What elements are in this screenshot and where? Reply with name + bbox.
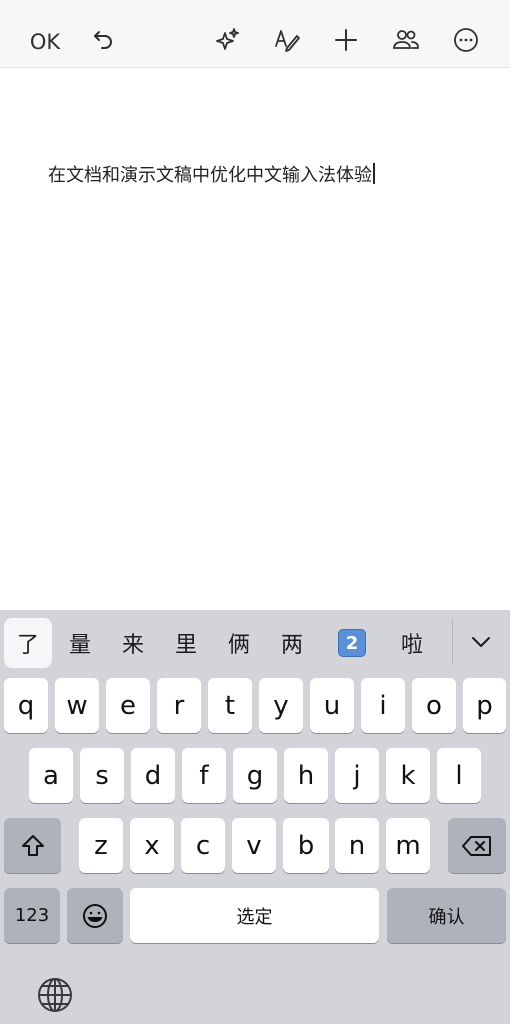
text-cursor: [373, 163, 375, 184]
insert-button[interactable]: [324, 18, 368, 62]
key-g[interactable]: g: [233, 748, 277, 803]
key-i[interactable]: i: [361, 678, 405, 733]
candidate-3[interactable]: 来: [109, 618, 157, 668]
globe-icon: [38, 978, 72, 1012]
key-t[interactable]: t: [208, 678, 252, 733]
key-u[interactable]: u: [310, 678, 354, 733]
keycap-two-emoji: 2: [338, 629, 366, 657]
key-v[interactable]: v: [232, 818, 276, 873]
top-toolbar: OK: [0, 0, 510, 68]
more-button[interactable]: [444, 18, 488, 62]
space-key[interactable]: 选定: [130, 888, 379, 943]
ok-button[interactable]: OK: [22, 20, 68, 64]
numbers-key[interactable]: 123: [4, 888, 60, 943]
key-b[interactable]: b: [283, 818, 329, 873]
key-l[interactable]: l: [437, 748, 481, 803]
sparkle-icon: [216, 28, 239, 50]
document-canvas[interactable]: 在文档和演示文稿中优化中文输入法体验: [0, 69, 510, 610]
emoji-face-icon: [83, 903, 107, 928]
share-button[interactable]: [384, 18, 428, 62]
key-r[interactable]: r: [157, 678, 201, 733]
key-q[interactable]: q: [4, 678, 48, 733]
more-icon: [454, 28, 478, 52]
document-text: 在文档和演示文稿中优化中文输入法体验: [48, 165, 372, 186]
format-pen-icon: [275, 30, 300, 52]
undo-button[interactable]: [82, 18, 126, 62]
key-d[interactable]: d: [131, 748, 175, 803]
candidate-5[interactable]: 俩: [215, 618, 263, 668]
candidate-divider: [452, 620, 453, 664]
candidate-bar: 了 量 来 里 俩 两 2 啦: [0, 610, 510, 670]
switch-keyboard-button[interactable]: [36, 976, 74, 1014]
key-f[interactable]: f: [182, 748, 226, 803]
confirm-key[interactable]: 确认: [387, 888, 506, 943]
key-e[interactable]: e: [106, 678, 150, 733]
add-icon: [335, 29, 357, 51]
shift-arrow-icon: [21, 834, 44, 856]
key-h[interactable]: h: [284, 748, 328, 803]
key-p[interactable]: p: [463, 678, 506, 733]
format-button[interactable]: [265, 18, 309, 62]
key-m[interactable]: m: [386, 818, 430, 873]
candidate-expand-button[interactable]: [462, 622, 500, 662]
key-a[interactable]: a: [29, 748, 73, 803]
backspace-icon: [462, 835, 491, 856]
shift-key[interactable]: [4, 818, 61, 873]
candidate-1[interactable]: 了: [4, 618, 52, 668]
candidate-6[interactable]: 两: [268, 618, 316, 668]
key-z[interactable]: z: [79, 818, 123, 873]
candidate-2[interactable]: 量: [56, 618, 104, 668]
key-s[interactable]: s: [80, 748, 124, 803]
backspace-key[interactable]: [448, 818, 506, 873]
emoji-key[interactable]: [67, 888, 123, 943]
document-paragraph[interactable]: 在文档和演示文稿中优化中文输入法体验: [48, 161, 375, 187]
key-w[interactable]: w: [55, 678, 99, 733]
candidate-7[interactable]: 2: [328, 618, 376, 668]
copilot-button[interactable]: [205, 18, 249, 62]
key-k[interactable]: k: [386, 748, 430, 803]
candidate-8[interactable]: 啦: [388, 618, 436, 668]
chevron-down-icon: [472, 637, 490, 647]
key-x[interactable]: x: [130, 818, 174, 873]
key-c[interactable]: c: [181, 818, 225, 873]
key-j[interactable]: j: [335, 748, 379, 803]
key-y[interactable]: y: [259, 678, 303, 733]
share-people-icon: [393, 30, 419, 49]
key-o[interactable]: o: [412, 678, 456, 733]
candidate-4[interactable]: 里: [162, 618, 210, 668]
undo-icon: [94, 31, 112, 49]
key-n[interactable]: n: [335, 818, 379, 873]
ime-keyboard: 了 量 来 里 俩 两 2 啦 q w e r t y u i o p a s …: [0, 610, 510, 1024]
